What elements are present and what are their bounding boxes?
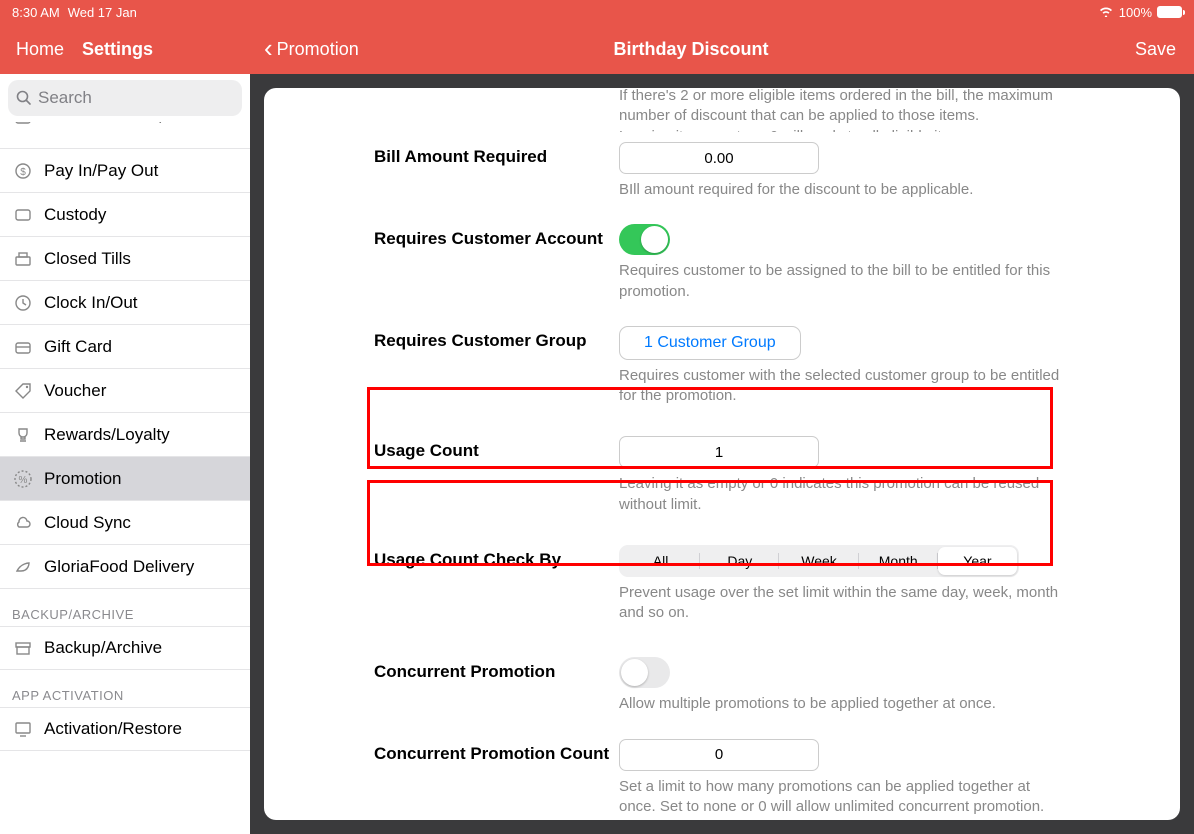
label-concurrent: Concurrent Promotion [374, 657, 619, 714]
tag-icon [12, 380, 34, 402]
sidebar-item-previous-receipts[interactable]: Previous Receipts [0, 122, 250, 149]
svg-text:$: $ [20, 167, 26, 178]
status-bar: 8:30 AM Wed 17 Jan 100% [0, 0, 1194, 24]
sidebar-item-label: Voucher [44, 381, 106, 401]
help-requires-customer: Requires customer to be assigned to the … [619, 261, 1070, 302]
status-date: Wed 17 Jan [68, 5, 137, 20]
sidebar-item-label: GloriaFood Delivery [44, 557, 194, 577]
help-requires-group: Requires customer with the selected cust… [619, 366, 1070, 407]
sidebar-item-label: Pay In/Pay Out [44, 161, 158, 181]
help-usage-count: Leaving it as empty or 0 indicates this … [619, 474, 1070, 515]
archive-icon [12, 637, 34, 659]
percent-icon: % [12, 468, 34, 490]
seg-year[interactable]: Year [938, 547, 1017, 575]
toggle-requires-customer[interactable] [619, 224, 670, 255]
sidebar-item-label: Activation/Restore [44, 719, 182, 739]
gift-icon [12, 336, 34, 358]
section-header-backup: BACKUP/ARCHIVE [0, 589, 250, 626]
save-button[interactable]: Save [1135, 39, 1194, 60]
seg-day[interactable]: Day [700, 547, 779, 575]
seg-month[interactable]: Month [859, 547, 938, 575]
nav-settings[interactable]: Settings [82, 39, 153, 60]
help-application: If there's 2 or more eligible items orde… [619, 88, 1070, 132]
search-input[interactable] [38, 88, 234, 108]
label-application: application [374, 88, 619, 132]
nav-home[interactable]: Home [16, 39, 64, 60]
button-customer-group[interactable]: 1 Customer Group [619, 326, 801, 360]
top-nav: Home Settings ‹ Promotion Birthday Disco… [0, 24, 1194, 74]
back-label: Promotion [277, 39, 359, 60]
receipt-icon [12, 122, 34, 126]
sidebar-item-label: Backup/Archive [44, 638, 162, 658]
sidebar-item-custody[interactable]: Custody [0, 193, 250, 237]
input-bill-amount[interactable] [619, 142, 819, 174]
help-bill-amount: BIll amount required for the discount to… [619, 180, 1070, 200]
label-bill-amount: Bill Amount Required [374, 142, 619, 200]
sidebar: Previous Receipts $ Pay In/Pay Out Custo… [0, 74, 250, 834]
sidebar-item-label: Clock In/Out [44, 293, 138, 313]
money-icon: $ [12, 160, 34, 182]
input-concurrent-count[interactable] [619, 739, 819, 771]
sidebar-item-label: Gift Card [44, 337, 112, 357]
sidebar-item-backup-archive[interactable]: Backup/Archive [0, 626, 250, 670]
label-usage-count: Usage Count [374, 436, 619, 515]
leaf-icon [12, 556, 34, 578]
monitor-icon [12, 718, 34, 740]
cloud-icon [12, 512, 34, 534]
back-button[interactable]: ‹ Promotion [250, 35, 359, 64]
sidebar-item-cloud-sync[interactable]: Cloud Sync [0, 501, 250, 545]
wifi-icon [1098, 5, 1114, 20]
battery-percent: 100% [1119, 5, 1152, 20]
sidebar-item-label: Custody [44, 205, 106, 225]
status-time: 8:30 AM [12, 5, 60, 20]
sidebar-item-activation-restore[interactable]: Activation/Restore [0, 707, 250, 751]
till-icon [12, 248, 34, 270]
label-requires-customer: Requires Customer Account [374, 224, 619, 302]
label-usage-check: Usage Count Check By [374, 545, 619, 624]
sidebar-item-label: Rewards/Loyalty [44, 425, 170, 445]
help-concurrent: Allow multiple promotions to be applied … [619, 694, 1070, 714]
form-card: application If there's 2 or more eligibl… [264, 88, 1180, 820]
battery-icon [1157, 6, 1182, 18]
help-usage-check: Prevent usage over the set limit within … [619, 583, 1070, 624]
seg-week[interactable]: Week [779, 547, 858, 575]
sidebar-item-promotion[interactable]: % Promotion [0, 457, 250, 501]
sidebar-item-label: Previous Receipts [44, 122, 181, 124]
seg-all[interactable]: All [621, 547, 700, 575]
page-title: Birthday Discount [613, 39, 768, 60]
sidebar-item-label: Closed Tills [44, 249, 131, 269]
sidebar-item-gloriafood[interactable]: GloriaFood Delivery [0, 545, 250, 589]
sidebar-item-closed-tills[interactable]: Closed Tills [0, 237, 250, 281]
chevron-left-icon: ‹ [264, 33, 273, 64]
trophy-icon [12, 424, 34, 446]
toggle-concurrent[interactable] [619, 657, 670, 688]
section-header-activation: APP ACTIVATION [0, 670, 250, 707]
clock-icon [12, 292, 34, 314]
sidebar-item-gift-card[interactable]: Gift Card [0, 325, 250, 369]
label-concurrent-count: Concurrent Promotion Count [374, 739, 619, 818]
custody-icon [12, 204, 34, 226]
sidebar-item-rewards[interactable]: Rewards/Loyalty [0, 413, 250, 457]
sidebar-item-label: Promotion [44, 469, 121, 489]
segmented-usage-check[interactable]: All Day Week Month Year [619, 545, 1019, 577]
sidebar-item-label: Cloud Sync [44, 513, 131, 533]
svg-text:%: % [19, 475, 28, 486]
help-concurrent-count: Set a limit to how many promotions can b… [619, 777, 1070, 818]
label-requires-group: Requires Customer Group [374, 326, 619, 407]
sidebar-item-voucher[interactable]: Voucher [0, 369, 250, 413]
search-icon [16, 90, 32, 106]
sidebar-item-clock[interactable]: Clock In/Out [0, 281, 250, 325]
sidebar-item-payinout[interactable]: $ Pay In/Pay Out [0, 149, 250, 193]
input-usage-count[interactable] [619, 436, 819, 468]
search-box[interactable] [8, 80, 242, 116]
